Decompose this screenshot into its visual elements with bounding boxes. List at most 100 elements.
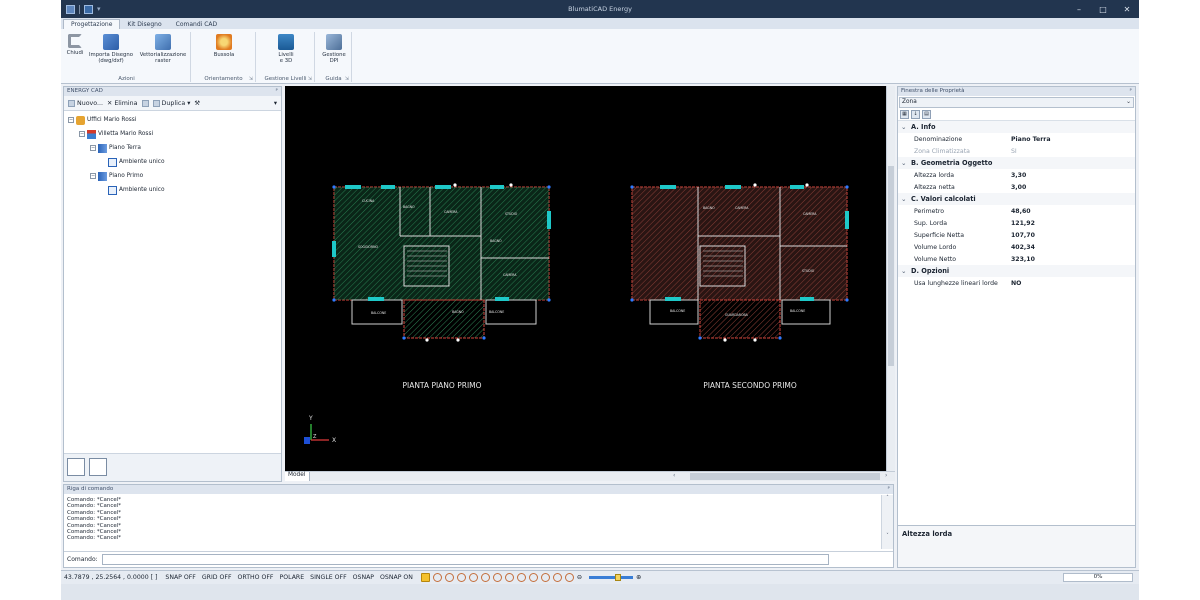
object-selector[interactable]: Zona ⌄ xyxy=(899,97,1134,108)
category-opzioni[interactable]: ⌄ D. Opzioni xyxy=(898,265,1135,277)
collapse-icon[interactable]: − xyxy=(90,145,96,151)
tree-item-ambiente-1[interactable]: Ambiente unico xyxy=(68,155,281,169)
save-icon[interactable] xyxy=(84,4,93,14)
plan-view-icon[interactable] xyxy=(67,458,85,476)
importa-disegno-button[interactable]: Importa Disegno (dwg/dxf) xyxy=(87,34,135,64)
cad-viewport[interactable]: CUCINA BAGNO CAMERA STUDIO SOGGIORNO BAG… xyxy=(285,86,886,481)
snap-toggle[interactable]: SNAP OFF xyxy=(165,574,195,581)
property-value[interactable]: 48,60 xyxy=(1011,208,1031,215)
scroll-up-icon[interactable]: ˄ xyxy=(882,495,893,501)
tab-comandi-cad[interactable]: Comandi CAD xyxy=(169,20,224,29)
maximize-button[interactable]: □ xyxy=(1091,5,1115,14)
quadrant-snap-icon[interactable] xyxy=(516,573,526,582)
insertion-snap-icon[interactable] xyxy=(528,573,538,582)
elimina-button[interactable]: ✕ Elimina xyxy=(107,100,138,107)
chevron-down-icon[interactable]: ⌄ xyxy=(901,195,911,203)
zoom-in-icon[interactable]: ⊕ xyxy=(636,574,641,581)
pin-icon[interactable]: ᵖ xyxy=(276,88,278,95)
node-snap-icon[interactable] xyxy=(456,573,466,582)
tools-button[interactable]: ⚒ xyxy=(194,100,200,107)
tree-item-uffici[interactable]: − Uffici Mario Rossi xyxy=(68,113,281,127)
midpoint-snap-icon[interactable] xyxy=(444,573,454,582)
tab-kit-disegno[interactable]: Kit Disegno xyxy=(120,20,168,29)
vettorializzazione-button[interactable]: Vettorializzazione raster xyxy=(137,34,189,64)
livelli-button[interactable]: Livelli e 3D xyxy=(266,34,306,64)
single-toggle[interactable]: SINGLE OFF xyxy=(310,574,347,581)
tree-icon-button[interactable] xyxy=(141,99,149,107)
gestione-dpi-button[interactable]: Gestione DPI xyxy=(318,34,350,64)
tab-progettazione[interactable]: Progettazione xyxy=(63,19,121,29)
category-geometria[interactable]: ⌄ B. Geometria Oggetto xyxy=(898,157,1135,169)
dialog-launcher-icon[interactable]: ⇲ xyxy=(345,76,349,82)
close-button[interactable]: ✕ xyxy=(1115,5,1139,14)
property-row[interactable]: Volume Netto 323,10 xyxy=(898,253,1135,265)
grid-toggle[interactable]: GRID OFF xyxy=(202,574,232,581)
property-value[interactable]: Piano Terra xyxy=(1011,136,1051,143)
minimize-button[interactable]: – xyxy=(1067,5,1091,14)
tree-item-piano-terra[interactable]: − Piano Terra xyxy=(68,141,281,155)
category-valori[interactable]: ⌄ C. Valori calcolati xyxy=(898,193,1135,205)
collapse-icon[interactable]: − xyxy=(90,173,96,179)
dialog-launcher-icon[interactable]: ⇲ xyxy=(308,76,312,82)
zoom-slider[interactable] xyxy=(589,574,634,581)
property-value[interactable]: 3,00 xyxy=(1011,184,1026,191)
viewport-vertical-scrollbar[interactable] xyxy=(886,86,895,471)
chevron-down-icon[interactable]: ⌄ xyxy=(1126,99,1131,106)
property-value[interactable]: 323,10 xyxy=(1011,256,1035,263)
endpoint-snap-icon[interactable] xyxy=(420,573,430,582)
chiudi-button[interactable]: Chiudi xyxy=(64,34,86,56)
scroll-down-icon[interactable]: ˅ xyxy=(882,533,893,539)
property-row[interactable]: Volume Lordo 402,34 xyxy=(898,241,1135,253)
chevron-down-icon[interactable]: ⌄ xyxy=(901,123,911,131)
property-value[interactable]: 3,30 xyxy=(1011,172,1026,179)
bussola-button[interactable]: Bussola xyxy=(204,34,244,58)
property-row[interactable]: Denominazione Piano Terra xyxy=(898,133,1135,145)
scroll-right-icon[interactable]: › xyxy=(885,472,887,479)
chevron-down-icon[interactable]: ⌄ xyxy=(901,267,911,275)
center-snap-icon[interactable] xyxy=(432,573,442,582)
tree-item-ambiente-2[interactable]: Ambiente unico xyxy=(68,183,281,197)
parallel-snap-icon[interactable] xyxy=(564,573,574,582)
drawing-canvas[interactable]: CUCINA BAGNO CAMERA STUDIO SOGGIORNO BAG… xyxy=(285,86,886,481)
osnap-toggle[interactable]: OSNAP xyxy=(353,574,374,581)
property-pages-icon[interactable]: ▤ xyxy=(922,110,931,119)
sort-alpha-icon[interactable]: ↓ xyxy=(911,110,920,119)
chevron-down-icon[interactable]: ⌄ xyxy=(901,159,911,167)
dropdown-icon[interactable]: ▾ xyxy=(97,5,101,13)
categorized-icon[interactable]: ▦ xyxy=(900,110,909,119)
category-info[interactable]: ⌄ A. Info xyxy=(898,121,1135,133)
scroll-thumb[interactable] xyxy=(888,166,894,366)
property-row[interactable]: Sup. Lorda 121,92 xyxy=(898,217,1135,229)
property-row[interactable]: Altezza lorda 3,30 xyxy=(898,169,1135,181)
property-value[interactable]: NO xyxy=(1011,280,1021,287)
floor-plan-left[interactable] xyxy=(332,183,551,342)
toolbar-overflow[interactable]: ▾ xyxy=(274,100,277,107)
tree-item-piano-primo[interactable]: − Piano Primo xyxy=(68,169,281,183)
zones-view-icon[interactable] xyxy=(89,458,107,476)
command-input[interactable] xyxy=(101,554,829,565)
ortho-toggle[interactable]: ORTHO OFF xyxy=(238,574,274,581)
chevron-down-icon[interactable]: ▾ xyxy=(187,100,190,107)
pin-icon[interactable]: ᵖ xyxy=(888,486,890,493)
property-row[interactable]: Superficie Netta 107,70 xyxy=(898,229,1135,241)
property-row[interactable]: Usa lunghezze lineari lorde NO xyxy=(898,277,1135,289)
nearest-snap-icon[interactable] xyxy=(504,573,514,582)
property-row[interactable]: Perimetro 48,60 xyxy=(898,205,1135,217)
scroll-left-icon[interactable]: ‹ xyxy=(673,472,675,479)
tree-item-villetta[interactable]: − Villetta Mario Rossi xyxy=(68,127,281,141)
perpendicular-snap-icon[interactable] xyxy=(468,573,478,582)
extension-snap-icon[interactable] xyxy=(552,573,562,582)
zoom-slider-knob[interactable] xyxy=(615,574,622,581)
tangent-snap-icon[interactable] xyxy=(480,573,490,582)
polar-toggle[interactable]: POLARE xyxy=(280,574,305,581)
dialog-launcher-icon[interactable]: ⇲ xyxy=(249,76,253,82)
property-value[interactable]: 121,92 xyxy=(1011,220,1035,227)
model-tab[interactable]: Model xyxy=(285,472,310,481)
collapse-icon[interactable]: − xyxy=(79,131,85,137)
apparent-snap-icon[interactable] xyxy=(540,573,550,582)
osnap-on-toggle[interactable]: OSNAP ON xyxy=(380,574,413,581)
scroll-thumb[interactable] xyxy=(690,473,880,480)
intersection-snap-icon[interactable] xyxy=(492,573,502,582)
app-icon[interactable] xyxy=(66,4,75,14)
duplica-button[interactable]: Duplica ▾ xyxy=(152,99,190,107)
